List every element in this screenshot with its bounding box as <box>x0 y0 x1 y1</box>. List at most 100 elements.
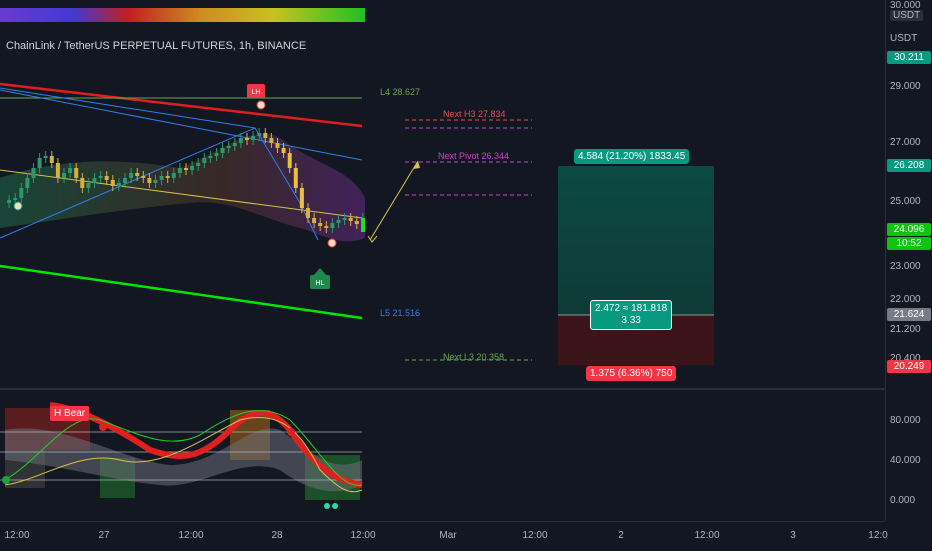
price-tag-current: 24.096 <box>887 223 931 236</box>
candle <box>238 138 243 143</box>
stop-label: 1.375 (6.36%) 750 <box>586 366 677 381</box>
time-tick: 12:0 <box>868 530 888 541</box>
blue-trendline[interactable] <box>0 89 363 161</box>
l5-label: L5 21.516 <box>380 308 421 318</box>
target-label: 4.584 (21.20%) 1833.45 <box>574 149 690 164</box>
candle <box>208 156 213 158</box>
candle <box>281 148 286 153</box>
candle <box>318 223 323 226</box>
candle <box>49 156 54 163</box>
top-gradient-strip <box>0 8 365 22</box>
candle <box>330 223 335 228</box>
osc-tick-80: 80.000 <box>890 415 921 426</box>
candle <box>348 218 353 221</box>
candle <box>293 168 298 188</box>
h-bear-label: H Bear <box>50 406 90 421</box>
candle <box>232 143 237 146</box>
next-l3-label: Next L3 20.358 <box>443 352 505 362</box>
candle <box>275 143 280 148</box>
price-tag-30211: 30.211 <box>887 51 931 64</box>
candle <box>37 158 42 168</box>
osc-tick-0: 0.000 <box>890 495 916 506</box>
oscillator-axis[interactable]: 80.000 40.000 0.000 <box>885 390 932 521</box>
candle <box>202 158 207 163</box>
candle <box>226 146 231 148</box>
currency-badge[interactable]: USDT <box>890 10 924 21</box>
svg-text:LH: LH <box>252 89 261 96</box>
time-tick: 12:00 <box>350 530 376 541</box>
candle <box>342 218 347 220</box>
candle <box>31 168 36 178</box>
time-axis[interactable]: 12:00 27 12:00 28 12:00 Mar 12:00 2 12:0… <box>0 521 888 551</box>
tick-22: 22.000 <box>890 294 921 305</box>
candle <box>354 221 359 224</box>
candle <box>336 220 341 223</box>
hl-marker: HL <box>310 268 330 289</box>
candle <box>251 136 256 140</box>
price-tag-26208: 26.208 <box>887 159 931 172</box>
countdown-tag: 10:52 <box>887 237 931 250</box>
candle <box>257 133 262 136</box>
candle <box>86 183 91 188</box>
candle <box>98 176 103 178</box>
tick-21-2: 21.200 <box>890 324 921 335</box>
candle <box>184 168 188 170</box>
tick-27: 27.000 <box>890 137 921 148</box>
price-axis[interactable]: USDT 30.211 29.000 27.000 26.208 25.000 … <box>885 28 932 389</box>
candle <box>324 226 329 228</box>
time-tick: 2 <box>618 530 624 541</box>
candle <box>74 168 79 178</box>
red-trendline[interactable] <box>0 82 363 128</box>
candle <box>159 176 164 180</box>
candle <box>287 153 292 168</box>
time-tick: Mar <box>439 530 457 541</box>
time-tick: 27 <box>98 530 110 541</box>
candle <box>177 168 182 173</box>
tick-29: 29.000 <box>890 81 921 92</box>
lh-marker: LH <box>247 84 266 110</box>
candle <box>43 156 48 158</box>
main-chart[interactable]: LH HL <box>0 28 885 389</box>
candle <box>7 200 12 203</box>
candle <box>196 163 201 166</box>
currency-label: USDT <box>890 33 918 44</box>
time-tick: 12:00 <box>178 530 204 541</box>
oscillator-pane[interactable] <box>0 390 885 520</box>
candle <box>263 133 268 138</box>
candle <box>220 148 225 153</box>
time-tick: 28 <box>271 530 283 541</box>
candle <box>129 173 134 178</box>
candle-current <box>361 218 365 232</box>
candle <box>25 178 30 188</box>
candle <box>190 166 195 170</box>
candle <box>123 178 127 183</box>
l4-label: L4 28.627 <box>380 87 421 97</box>
next-h3-label: Next H3 27.834 <box>443 109 506 119</box>
candle <box>171 173 176 178</box>
top-price-axis: 30.000 USDT <box>885 0 932 28</box>
take-profit-zone[interactable] <box>558 166 714 315</box>
time-tick: 12:00 <box>694 530 720 541</box>
rr-line1: 2.472 ≈ 181.818 <box>595 303 668 314</box>
candle <box>13 198 18 200</box>
projection-arrow <box>369 160 419 241</box>
candle <box>269 138 274 143</box>
candle <box>62 173 66 178</box>
next-pivot-label: Next Pivot 26.344 <box>438 151 510 161</box>
candle <box>245 138 249 140</box>
candle <box>153 180 158 183</box>
candle <box>214 153 219 156</box>
candle <box>116 183 121 186</box>
candle <box>141 176 146 178</box>
candle <box>92 178 97 183</box>
green-trendline[interactable] <box>0 264 363 320</box>
candle <box>19 188 24 198</box>
symbol-title[interactable]: ChainLink / TetherUS PERPETUAL FUTURES, … <box>6 40 306 52</box>
candle <box>165 176 170 178</box>
candle <box>135 173 140 176</box>
price-tag-21624: 21.624 <box>887 308 931 321</box>
candle <box>55 163 60 178</box>
candle <box>80 178 85 188</box>
svg-text:HL: HL <box>316 280 325 287</box>
candle <box>306 208 310 218</box>
